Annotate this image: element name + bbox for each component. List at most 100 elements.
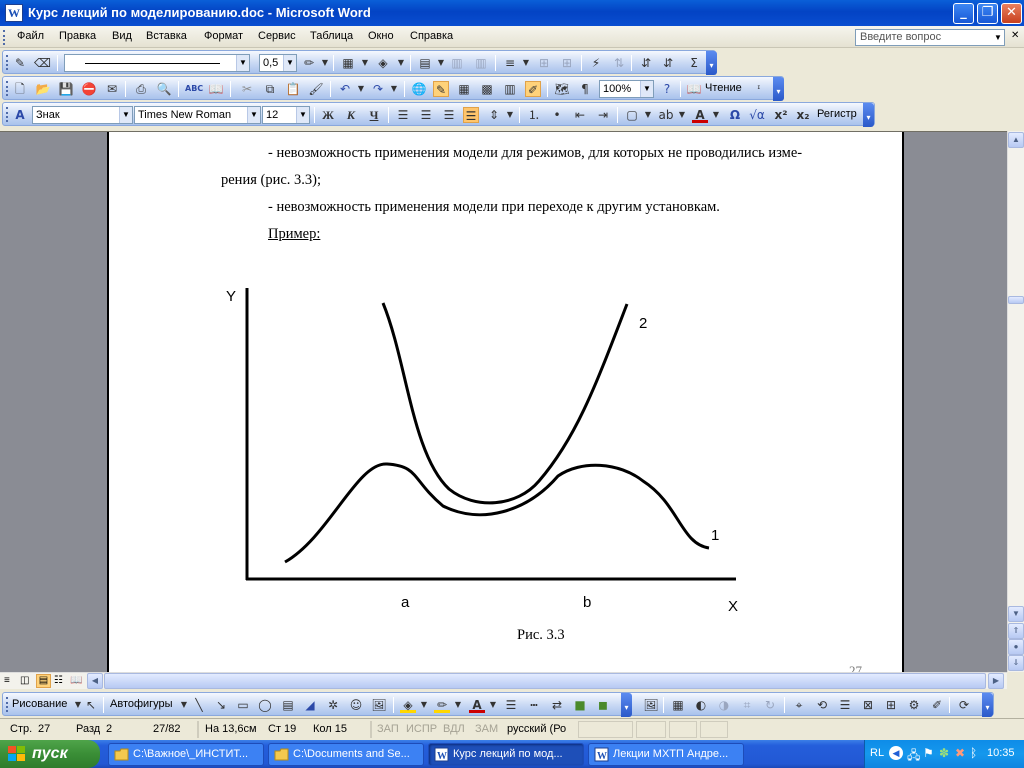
chevron-down-icon[interactable]: ▼ bbox=[236, 55, 249, 71]
sort-ascending-icon[interactable]: ⇵ bbox=[638, 55, 654, 71]
menu-table[interactable]: Таблица bbox=[310, 30, 353, 42]
bullets-icon[interactable]: • bbox=[549, 107, 565, 123]
chevron-down-icon[interactable]: ▼ bbox=[433, 55, 449, 71]
undo-icon[interactable]: ↶ bbox=[337, 81, 353, 97]
print-preview-icon[interactable]: 🔍 bbox=[156, 81, 172, 97]
copy-icon[interactable]: ⧉ bbox=[262, 81, 278, 97]
text-box-icon[interactable]: ▤ bbox=[280, 697, 296, 713]
language-indicator[interactable]: RL bbox=[870, 747, 884, 759]
toolbar-grip[interactable] bbox=[6, 107, 9, 122]
network-icon[interactable]: 🖧 bbox=[907, 746, 920, 767]
help-search-input[interactable]: Введите вопрос ▼ bbox=[855, 29, 1005, 46]
close-button[interactable]: ✕ bbox=[1001, 3, 1022, 24]
menu-window[interactable]: Окно bbox=[368, 30, 394, 42]
chevron-down-icon[interactable]: ▼ bbox=[485, 697, 501, 713]
justify-icon[interactable]: ☰ bbox=[463, 107, 479, 123]
font-size-combo[interactable]: 12 ▼ bbox=[262, 106, 310, 124]
scroll-right-icon[interactable]: ▶ bbox=[988, 673, 1004, 689]
status-record-macro[interactable]: ЗАП bbox=[377, 723, 399, 735]
reset-picture-icon[interactable]: ⟳ bbox=[956, 697, 972, 713]
select-objects-icon[interactable]: ↖ bbox=[83, 697, 99, 713]
chevron-down-icon[interactable]: ▼ bbox=[119, 107, 132, 123]
select-browse-object-icon[interactable]: ● bbox=[1008, 639, 1024, 655]
dash-style-icon[interactable]: ┅ bbox=[526, 697, 542, 713]
table-autoformat-icon[interactable]: ⚡ bbox=[588, 55, 604, 71]
line-tool-icon[interactable]: ╲ bbox=[191, 697, 207, 713]
chevron-down-icon[interactable]: ▼ bbox=[317, 55, 333, 71]
bluetooth-icon[interactable]: ᛒ bbox=[970, 746, 977, 760]
normal-view-icon[interactable]: ≡ bbox=[4, 675, 10, 686]
format-painter-icon[interactable]: 🖌 bbox=[308, 81, 324, 97]
text-direction-icon[interactable]: ⇅ bbox=[611, 55, 627, 71]
border-color-icon[interactable]: ✏ bbox=[301, 55, 317, 71]
research-icon[interactable]: 📖 bbox=[208, 81, 224, 97]
subscript-button[interactable]: x₂ bbox=[795, 107, 811, 123]
chevron-down-icon[interactable]: ▼ bbox=[357, 55, 373, 71]
chevron-down-icon[interactable]: ▼ bbox=[502, 107, 518, 123]
chevron-down-icon[interactable]: ▼ bbox=[296, 107, 309, 123]
line-weight-combo[interactable]: 0,5 ▼ bbox=[259, 54, 297, 72]
chevron-down-icon[interactable]: ▼ bbox=[518, 55, 534, 71]
align-left-icon[interactable]: ☰ bbox=[395, 107, 411, 123]
crop-icon[interactable]: ⌗ bbox=[739, 697, 755, 713]
menu-grip[interactable] bbox=[3, 30, 6, 45]
underline-button[interactable]: Ч bbox=[366, 107, 382, 123]
borders-icon[interactable]: ▦ bbox=[340, 55, 356, 71]
arrow-style-icon[interactable]: ⇄ bbox=[549, 697, 565, 713]
status-track-changes[interactable]: ИСПР bbox=[406, 723, 437, 735]
crop-tool-icon[interactable]: ⌖ bbox=[791, 697, 807, 713]
chevron-down-icon[interactable]: ▼ bbox=[247, 107, 260, 123]
3d-style-icon[interactable]: ◼ bbox=[595, 697, 611, 713]
merge-cells-icon[interactable]: ▥ bbox=[449, 55, 465, 71]
chevron-down-icon[interactable]: ▼ bbox=[640, 107, 656, 123]
eraser-icon[interactable]: ⌫ bbox=[34, 55, 51, 71]
minimize-button[interactable]: _ bbox=[953, 3, 974, 24]
columns-icon[interactable]: ▥ bbox=[502, 81, 518, 97]
open-folder-icon[interactable]: 📂 bbox=[35, 81, 51, 97]
line-color-icon[interactable]: ✏ bbox=[434, 697, 450, 713]
scroll-thumb[interactable] bbox=[1008, 296, 1024, 304]
tray-expand-icon[interactable]: ◀ bbox=[889, 746, 903, 760]
word-count-icon[interactable]: ᶦ bbox=[751, 81, 767, 97]
contrast-icon[interactable]: ◐ bbox=[693, 697, 709, 713]
align-center-icon[interactable]: ☰ bbox=[418, 107, 434, 123]
bold-button[interactable]: Ж bbox=[320, 107, 336, 123]
font-color-icon[interactable]: A bbox=[692, 107, 708, 123]
toolbar-options-icon[interactable]: ▾ bbox=[773, 77, 784, 101]
toolbar-options-icon[interactable]: ▾ bbox=[706, 51, 717, 75]
increase-indent-icon[interactable]: ⇥ bbox=[595, 107, 611, 123]
chevron-down-icon[interactable]: ▼ bbox=[353, 81, 369, 97]
status-overtype[interactable]: ЗАМ bbox=[475, 723, 498, 735]
tables-borders-icon[interactable]: ✎ bbox=[12, 55, 28, 71]
word-app-icon[interactable]: W bbox=[5, 4, 23, 22]
spelling-icon[interactable]: ABC bbox=[185, 81, 203, 97]
distribute-rows-icon[interactable]: ⊞ bbox=[536, 55, 552, 71]
task-button-folder-2[interactable]: C:\Documents and Se... bbox=[268, 743, 424, 766]
help-icon[interactable]: ? bbox=[659, 81, 675, 97]
brightness-icon[interactable]: ◑ bbox=[716, 697, 732, 713]
rotate-icon[interactable]: ↻ bbox=[762, 697, 778, 713]
toolbar-options-icon[interactable]: ▾ bbox=[621, 693, 632, 717]
horizontal-scroll-thumb[interactable] bbox=[104, 673, 986, 689]
zoom-combo[interactable]: 100% ▼ bbox=[599, 80, 654, 98]
chevron-down-icon[interactable]: ▼ bbox=[992, 30, 1004, 45]
paste-icon[interactable]: 📋 bbox=[285, 81, 301, 97]
reading-mode-icon[interactable]: 📖 bbox=[686, 81, 702, 97]
task-button-word-active[interactable]: W Курс лекций по мод... bbox=[428, 743, 584, 766]
numbering-icon[interactable]: ⒈ bbox=[526, 107, 542, 123]
scroll-down-icon[interactable]: ▼ bbox=[1008, 606, 1024, 622]
superscript-button[interactable]: x² bbox=[773, 107, 789, 123]
next-page-icon[interactable]: ⇓ bbox=[1008, 655, 1024, 671]
symbol-button[interactable]: Ω bbox=[727, 107, 743, 123]
chevron-down-icon[interactable]: ▼ bbox=[386, 81, 402, 97]
save-icon[interactable]: 💾 bbox=[58, 81, 74, 97]
rotate-left-icon[interactable]: ⟲ bbox=[814, 697, 830, 713]
wordart-icon[interactable]: ◢ bbox=[302, 697, 318, 713]
shading-color-icon[interactable]: ◈ bbox=[375, 55, 391, 71]
color-icon[interactable]: ▦ bbox=[670, 697, 686, 713]
font-combo[interactable]: Times New Roman ▼ bbox=[134, 106, 261, 124]
antivirus-icon[interactable]: ✽ bbox=[939, 746, 949, 760]
insert-table-icon[interactable]: ▦ bbox=[456, 81, 472, 97]
autoshapes-menu-button[interactable]: Автофигуры bbox=[110, 698, 173, 710]
clock[interactable]: 10:35 bbox=[987, 747, 1015, 759]
